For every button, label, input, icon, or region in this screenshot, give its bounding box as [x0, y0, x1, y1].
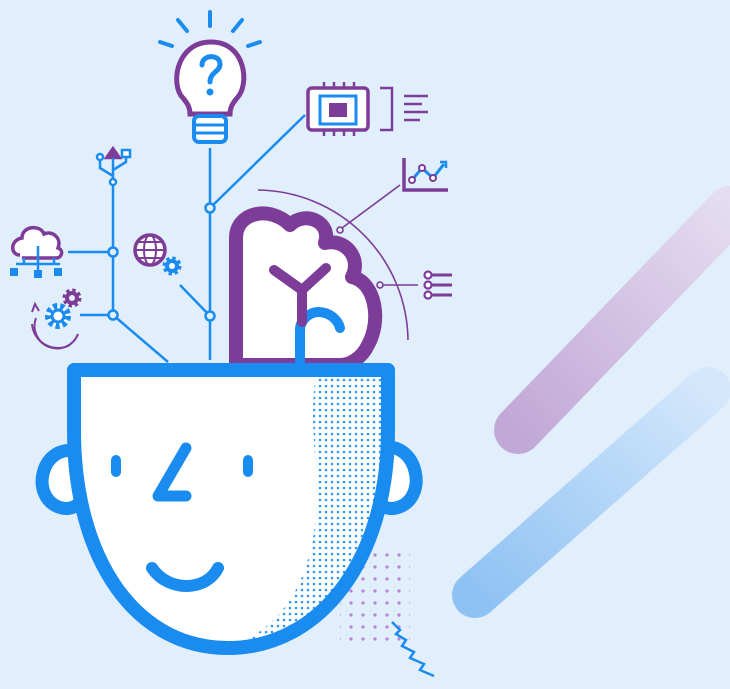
- zigzag-line: [391, 621, 435, 678]
- cloud-network-icon: [10, 225, 64, 278]
- lightbulb-question-icon: [158, 10, 262, 144]
- list-nodes-icon: [423, 270, 452, 300]
- gears-icon: [31, 288, 82, 350]
- brain-icon: [229, 206, 383, 372]
- cpu-chip-icon: [306, 82, 370, 136]
- head-thinking-illustration: [10, 10, 730, 678]
- globe-gear-icon: [133, 233, 182, 276]
- text-lines-icon: [380, 86, 428, 132]
- illustration-stage: [0, 0, 730, 689]
- usb-icon: [95, 145, 132, 187]
- line-chart-icon: [402, 158, 448, 192]
